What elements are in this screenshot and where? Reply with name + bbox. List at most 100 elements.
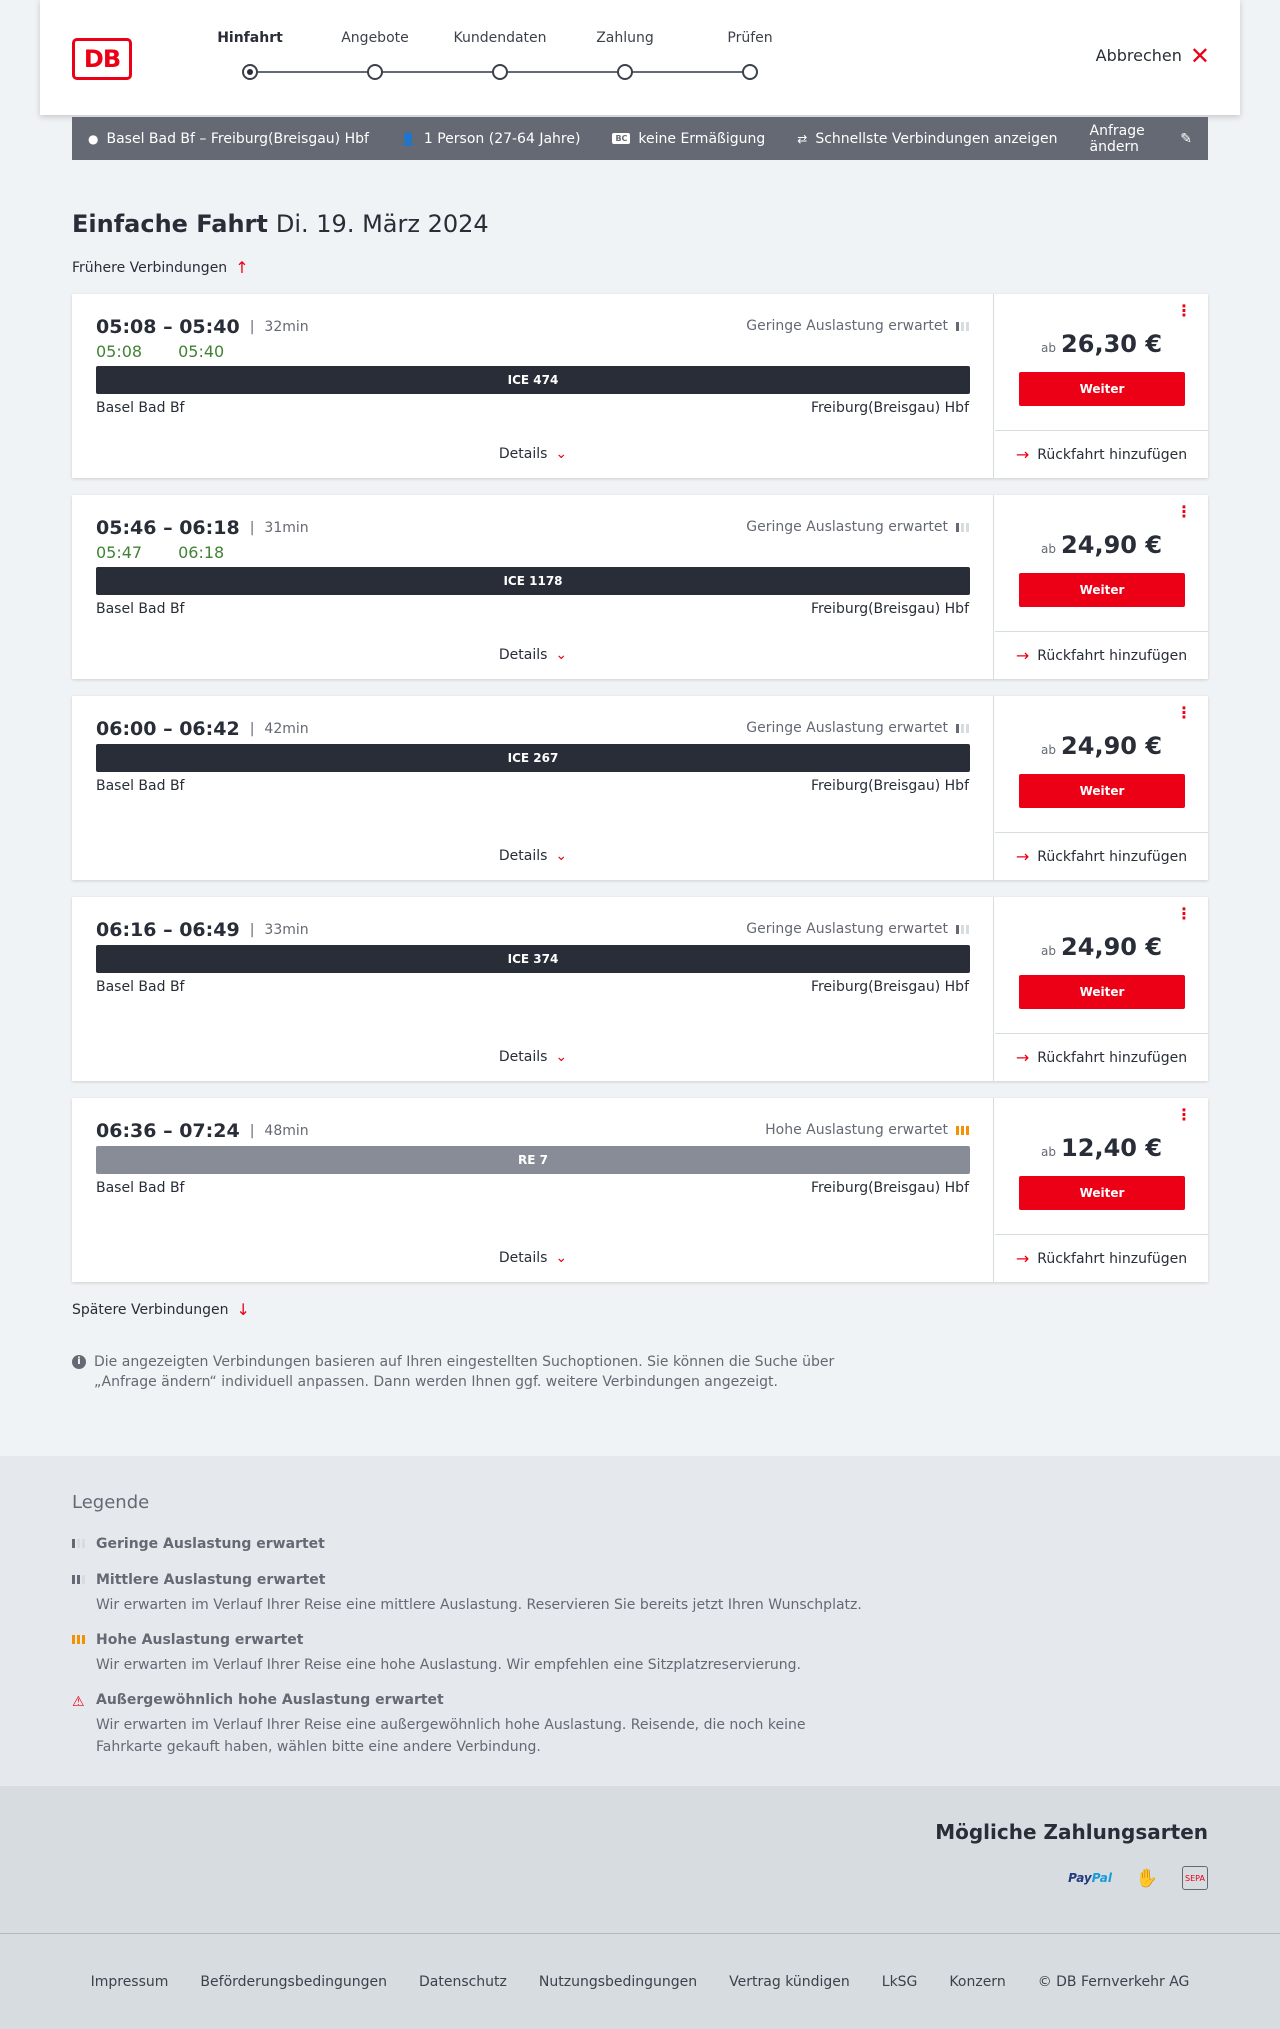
bahncard-icon: BC	[612, 133, 631, 144]
arrival-station: Freiburg(Breisgau) Hbf	[810, 1180, 969, 1196]
load-low-icon	[956, 522, 969, 532]
fastest-connections-toggle[interactable]: ⇄ Schnellste Verbindungen anzeigen	[797, 131, 1057, 147]
add-return-trip-button[interactable]: → Rückfahrt hinzufügen	[995, 1033, 1208, 1081]
step-zahlung[interactable]: Zahlung	[570, 30, 680, 80]
add-return-trip-button[interactable]: → Rückfahrt hinzufügen	[995, 832, 1208, 880]
chevron-down-icon: ⌄	[555, 446, 568, 462]
duration: 48min	[264, 1123, 309, 1139]
price: ab 12,40 €	[1040, 1134, 1163, 1162]
load-low-icon	[72, 1539, 85, 1548]
earlier-connections-link[interactable]: Frühere Verbindungen ↑	[72, 258, 249, 277]
load-low-icon	[956, 321, 969, 331]
load-low-icon	[956, 924, 969, 934]
payment-methods-section: Mögliche Zahlungsarten PayPal ✋ SEPA	[0, 1786, 1280, 1933]
footer: Impressum Beförderungsbedingungen Datens…	[0, 1933, 1280, 2029]
departure-station: Basel Bad Bf	[96, 400, 185, 416]
step-pruefen[interactable]: Prüfen	[695, 30, 805, 80]
footer-copyright: © DB Fernverkehr AG	[1037, 1973, 1190, 1990]
more-options-icon[interactable]: ⋮	[1176, 504, 1192, 520]
footer-link-konzern[interactable]: Konzern	[949, 1974, 1005, 1990]
step-dot	[742, 64, 758, 80]
chevron-down-icon: ⌄	[555, 1049, 568, 1065]
load-low-icon	[956, 723, 969, 733]
arrival-station: Freiburg(Breisgau) Hbf	[810, 778, 969, 794]
more-options-icon[interactable]: ⋮	[1176, 303, 1192, 319]
arrival-station: Freiburg(Breisgau) Hbf	[810, 400, 969, 416]
close-icon: ✕	[1189, 41, 1210, 70]
add-return-trip-button[interactable]: → Rückfahrt hinzufügen	[995, 631, 1208, 679]
more-options-icon[interactable]: ⋮	[1176, 906, 1192, 922]
connection-times: 05:08 – 05:40 | 32min	[96, 316, 309, 338]
load-indicator: Hohe Auslastung erwartet	[765, 1122, 969, 1138]
add-return-trip-button[interactable]: → Rückfahrt hinzufügen	[995, 1234, 1208, 1282]
continue-button[interactable]: Weiter	[1019, 774, 1185, 808]
train-bar[interactable]: ICE 474	[96, 366, 970, 394]
duration: 31min	[264, 520, 309, 536]
load-high-icon	[956, 1125, 969, 1135]
continue-button[interactable]: Weiter	[1019, 372, 1185, 406]
legend-item: Mittlere Auslastung erwartet Wir erwarte…	[72, 1572, 872, 1616]
details-toggle[interactable]: Details ⌄	[72, 1250, 994, 1266]
step-dot	[492, 64, 508, 80]
continue-button[interactable]: Weiter	[1019, 573, 1185, 607]
connection-card: 06:36 – 07:24 | 48min Hohe Auslastung erwa…	[72, 1098, 1208, 1282]
connection-times: 05:46 – 06:18 | 31min	[96, 517, 309, 539]
footer-link-impressum[interactable]: Impressum	[91, 1974, 169, 1990]
credit-card-icon: ✋	[1135, 1867, 1159, 1889]
later-connections-link[interactable]: Spätere Verbindungen ↓	[72, 1300, 250, 1319]
arrow-down-icon: ↓	[236, 1300, 250, 1319]
continue-button[interactable]: Weiter	[1019, 975, 1185, 1009]
payment-title: Mögliche Zahlungsarten	[935, 1820, 1208, 1844]
legend-item: Geringe Auslastung erwartet	[72, 1536, 872, 1552]
change-request-button[interactable]: Anfrage ändern ✎	[1090, 123, 1192, 155]
route-summary: ● Basel Bad Bf – Freiburg(Breisgau) Hbf	[88, 130, 369, 147]
step-angebote[interactable]: Angebote	[320, 30, 430, 80]
footer-link-vertrag-kuendigen[interactable]: Vertrag kündigen	[729, 1974, 850, 1990]
price: ab 24,90 €	[1040, 933, 1163, 961]
arrival-station: Freiburg(Breisgau) Hbf	[810, 979, 969, 995]
arrow-right-icon: →	[1015, 445, 1030, 464]
arrow-right-icon: →	[1015, 646, 1030, 665]
footer-link-lksg[interactable]: LkSG	[882, 1974, 918, 1990]
departure-station: Basel Bad Bf	[96, 778, 185, 794]
search-summary-bar: ● Basel Bad Bf – Freiburg(Breisgau) Hbf 👤…	[72, 117, 1208, 160]
details-toggle[interactable]: Details ⌄	[72, 446, 994, 462]
step-dot	[367, 64, 383, 80]
details-toggle[interactable]: Details ⌄	[72, 848, 994, 864]
load-indicator: Geringe Auslastung erwartet	[746, 720, 969, 736]
continue-button[interactable]: Weiter	[1019, 1176, 1185, 1210]
db-logo[interactable]: DB	[72, 38, 132, 80]
load-indicator: Geringe Auslastung erwartet	[746, 519, 969, 535]
step-hinfahrt[interactable]: Hinfahrt	[195, 30, 305, 80]
legend-title: Legende	[72, 1492, 150, 1513]
chevron-down-icon: ⌄	[555, 848, 568, 864]
connection-card: 05:08 – 05:40 | 32min 05:08 05:40 Geringe A…	[72, 294, 1208, 478]
price: ab 24,90 €	[1040, 531, 1163, 559]
cancel-button[interactable]: Abbrechen ✕	[1096, 41, 1210, 70]
train-bar[interactable]: ICE 267	[96, 744, 970, 772]
step-kundendaten[interactable]: Kundendaten	[445, 30, 555, 80]
legend-item: ⚠ Außergewöhnlich hohe Auslastung erwarte…	[72, 1692, 806, 1755]
connection-times: 06:00 – 06:42 | 42min	[96, 718, 309, 740]
realtime-times: 05:47 06:18	[96, 543, 225, 562]
arrow-up-icon: ↑	[235, 258, 249, 277]
add-return-trip-button[interactable]: → Rückfahrt hinzufügen	[995, 430, 1208, 478]
price: ab 24,90 €	[1040, 732, 1163, 760]
train-bar[interactable]: RE 7	[96, 1146, 970, 1174]
details-toggle[interactable]: Details ⌄	[72, 647, 994, 663]
duration: 42min	[264, 721, 309, 737]
swap-icon: ⇄	[797, 131, 808, 146]
pencil-icon: ✎	[1180, 130, 1192, 147]
more-options-icon[interactable]: ⋮	[1176, 1107, 1192, 1123]
connection-card: 06:00 – 06:42 | 42min Geringe Auslastung e…	[72, 696, 1208, 880]
footer-link-nutzungsbedingungen[interactable]: Nutzungsbedingungen	[539, 1974, 697, 1990]
info-note: i Die angezeigten Verbindungen basieren a…	[72, 1352, 852, 1392]
more-options-icon[interactable]: ⋮	[1176, 705, 1192, 721]
footer-link-befoerderungsbedingungen[interactable]: Beförderungsbedingungen	[200, 1974, 387, 1990]
footer-link-datenschutz[interactable]: Datenschutz	[419, 1974, 507, 1990]
info-icon: i	[72, 1355, 86, 1369]
train-bar[interactable]: ICE 374	[96, 945, 970, 973]
train-bar[interactable]: ICE 1178	[96, 567, 970, 595]
details-toggle[interactable]: Details ⌄	[72, 1049, 994, 1065]
connection-card: 05:46 – 06:18 | 31min 05:47 06:18 Geringe A…	[72, 495, 1208, 679]
